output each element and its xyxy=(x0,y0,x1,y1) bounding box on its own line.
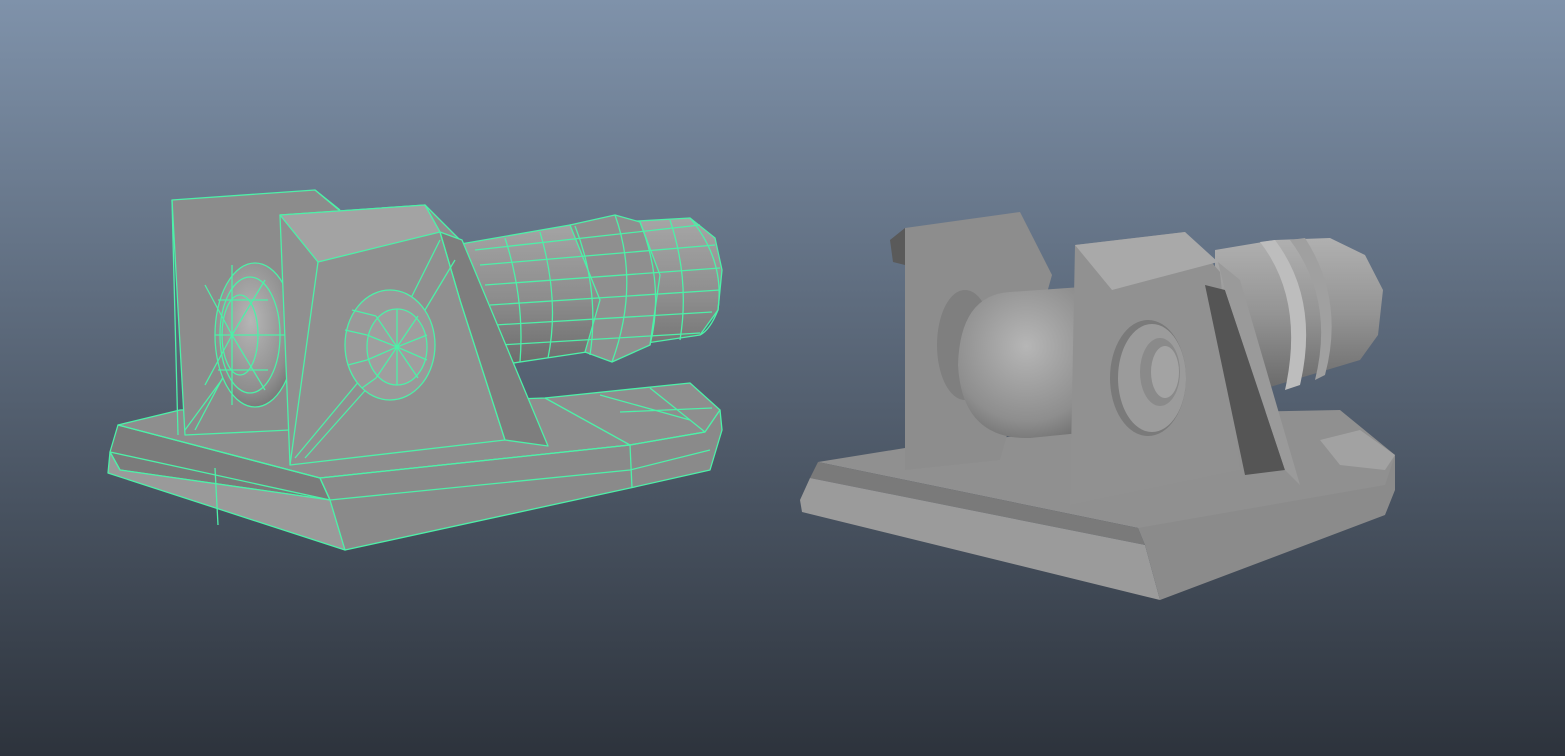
front-pivot-disc xyxy=(1110,320,1186,436)
viewport-3d[interactable] xyxy=(0,0,1565,756)
viewport-canvas[interactable] xyxy=(0,0,1565,756)
front-pivot-disc xyxy=(344,289,436,401)
